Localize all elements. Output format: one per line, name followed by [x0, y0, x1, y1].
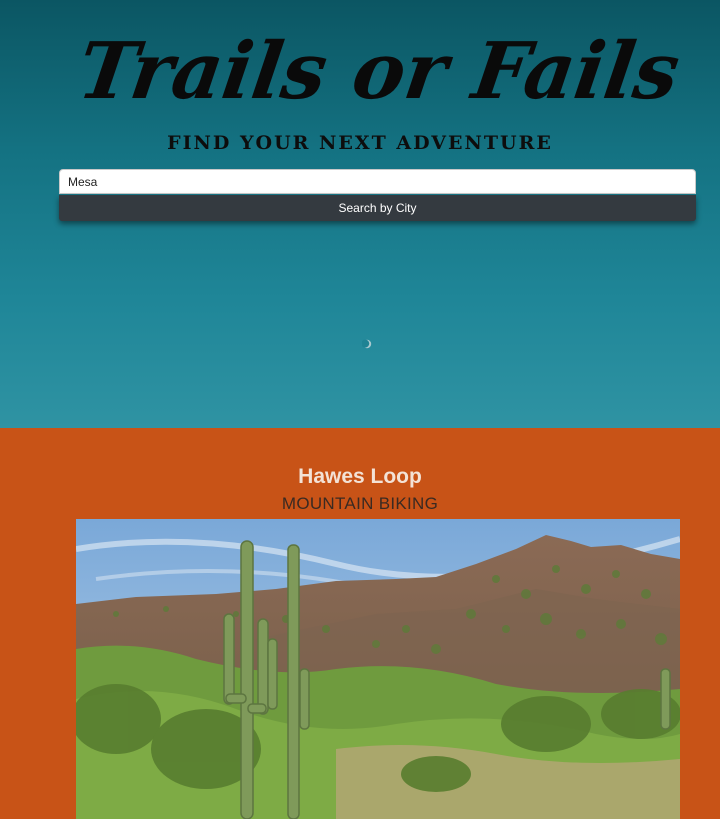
- trail-photo: [76, 519, 680, 819]
- desert-landscape-image: [76, 519, 680, 819]
- moon-icon: [362, 339, 372, 349]
- page: Trails or Fails FIND YOUR NEXT ADVENTURE…: [0, 0, 720, 819]
- hero-section: Trails or Fails FIND YOUR NEXT ADVENTURE…: [0, 0, 720, 428]
- search-by-city-button[interactable]: Search by City: [59, 195, 696, 221]
- city-search-input[interactable]: [59, 169, 696, 194]
- results-section: Hawes Loop MOUNTAIN BIKING: [0, 428, 720, 819]
- trail-activity-type: MOUNTAIN BIKING: [281, 494, 439, 513]
- site-logo: Trails or Fails: [73, 25, 685, 117]
- trail-name: Hawes Loop: [298, 465, 422, 488]
- tagline: FIND YOUR NEXT ADVENTURE: [167, 132, 553, 154]
- logo-text: Trails or Fails: [73, 25, 685, 117]
